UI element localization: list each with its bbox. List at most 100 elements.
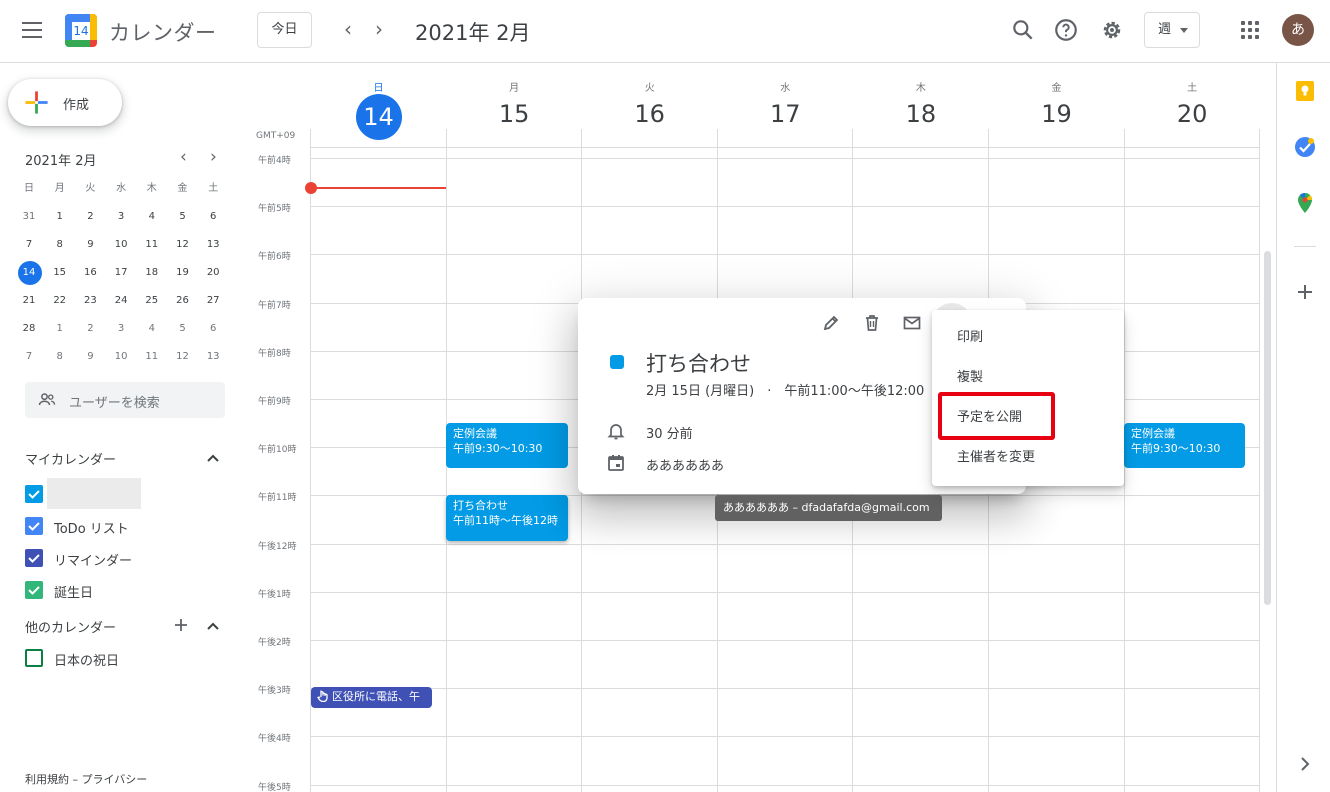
mini-day[interactable]: 15	[47, 262, 73, 284]
calendar-checkbox[interactable]	[25, 549, 43, 567]
mini-day[interactable]: 12	[170, 234, 196, 256]
mini-day[interactable]: 19	[170, 262, 196, 284]
mini-day[interactable]: 25	[139, 290, 165, 312]
add-addon-plus-icon[interactable]	[1294, 281, 1316, 303]
add-calendar-plus-icon[interactable]	[174, 618, 188, 632]
mini-day[interactable]: 4	[139, 206, 165, 228]
calendar-item-holidays[interactable]: 日本の祝日	[25, 647, 225, 669]
mini-day[interactable]: 11	[139, 234, 165, 256]
menu-item-print[interactable]: 印刷	[932, 318, 1124, 358]
mini-day[interactable]: 1	[47, 206, 73, 228]
mini-day[interactable]: 16	[77, 262, 103, 284]
mini-day[interactable]: 24	[108, 290, 134, 312]
event-reminder[interactable]: 区役所に電話、午	[311, 687, 432, 708]
mini-day[interactable]: 13	[200, 346, 226, 368]
day-number[interactable]: 15	[447, 100, 582, 128]
day-header-today[interactable]: 日 14	[311, 63, 446, 143]
other-calendars-title[interactable]: 他のカレンダー	[25, 617, 116, 636]
vertical-scrollbar[interactable]	[1264, 251, 1271, 605]
calendar-item[interactable]: リマインダー	[25, 547, 225, 569]
next-week-button[interactable]: ›	[369, 18, 389, 42]
mini-day[interactable]: 10	[108, 234, 134, 256]
mini-day-today[interactable]: 14	[16, 261, 42, 285]
day-header[interactable]: 水 17	[718, 63, 853, 143]
mini-day[interactable]: 26	[170, 290, 196, 312]
mini-day[interactable]: 8	[47, 346, 73, 368]
calendar-item[interactable]: 誕生日	[25, 579, 225, 601]
day-number[interactable]: 14	[311, 103, 446, 131]
event-saturday-meeting[interactable]: 定例会議 午前9:30～10:30	[1124, 423, 1245, 468]
view-selector[interactable]: 週	[1144, 12, 1200, 48]
mini-day[interactable]: 4	[139, 318, 165, 340]
help-icon[interactable]	[1053, 17, 1079, 43]
mini-day[interactable]: 9	[77, 346, 103, 368]
mini-day[interactable]: 11	[139, 346, 165, 368]
mini-day[interactable]: 31	[16, 206, 42, 228]
mini-day[interactable]: 7	[16, 346, 42, 368]
calendar-logo-icon[interactable]: 14	[65, 14, 97, 47]
main-menu-icon[interactable]	[22, 22, 42, 38]
mini-day[interactable]: 6	[200, 318, 226, 340]
create-button[interactable]: 作成	[8, 79, 122, 126]
mini-day[interactable]: 5	[170, 318, 196, 340]
terms-privacy-links[interactable]: 利用規約 – プライバシー	[25, 771, 147, 787]
mini-day[interactable]: 20	[200, 262, 226, 284]
my-calendars-title[interactable]: マイカレンダー	[25, 449, 116, 468]
mini-day[interactable]: 12	[170, 346, 196, 368]
google-apps-icon[interactable]	[1241, 21, 1259, 39]
chevron-up-icon[interactable]	[206, 619, 220, 633]
day-header[interactable]: 火 16	[582, 63, 717, 143]
mini-day[interactable]: 27	[200, 290, 226, 312]
mini-next-month-button[interactable]: ›	[210, 147, 217, 167]
calendar-item[interactable]: ToDo リスト	[25, 515, 225, 537]
tasks-icon[interactable]	[1294, 136, 1316, 158]
keep-icon[interactable]	[1294, 80, 1316, 102]
chevron-up-icon[interactable]	[206, 451, 220, 465]
mini-day[interactable]: 10	[108, 346, 134, 368]
mini-day[interactable]: 18	[139, 262, 165, 284]
mini-day[interactable]: 9	[77, 234, 103, 256]
mini-day[interactable]: 22	[47, 290, 73, 312]
calendar-checkbox[interactable]	[25, 517, 43, 535]
mini-day[interactable]: 5	[170, 206, 196, 228]
day-header[interactable]: 金 19	[989, 63, 1124, 143]
mini-day[interactable]: 23	[77, 290, 103, 312]
settings-gear-icon[interactable]	[1099, 17, 1125, 43]
calendar-checkbox[interactable]	[25, 581, 43, 599]
day-number[interactable]: 20	[1125, 100, 1260, 128]
mini-day[interactable]: 28	[16, 318, 42, 340]
calendar-item[interactable]	[25, 478, 225, 509]
today-button[interactable]: 今日	[257, 12, 312, 48]
chevron-right-icon[interactable]	[1294, 753, 1316, 775]
maps-icon[interactable]	[1294, 192, 1316, 214]
mini-day[interactable]: 8	[47, 234, 73, 256]
mini-day[interactable]: 21	[16, 290, 42, 312]
day-header[interactable]: 木 18	[853, 63, 988, 143]
day-number[interactable]: 16	[582, 100, 717, 128]
mini-day[interactable]: 1	[47, 318, 73, 340]
event-uchiawase[interactable]: 打ち合わせ 午前11時～午後12時	[446, 495, 568, 541]
mini-day[interactable]: 3	[108, 318, 134, 340]
account-avatar[interactable]: あ	[1282, 14, 1314, 46]
email-envelope-icon[interactable]	[902, 313, 922, 333]
mini-day[interactable]: 17	[108, 262, 134, 284]
mini-day[interactable]: 3	[108, 206, 134, 228]
day-header[interactable]: 土 20	[1125, 63, 1260, 143]
mini-day[interactable]: 2	[77, 318, 103, 340]
mini-day[interactable]: 6	[200, 206, 226, 228]
mini-day[interactable]: 2	[77, 206, 103, 228]
day-number[interactable]: 19	[989, 100, 1124, 128]
people-search-input[interactable]: ユーザーを検索	[25, 382, 225, 418]
event-monday-meeting[interactable]: 定例会議 午前9:30～10:30	[446, 423, 568, 468]
menu-item-change-owner[interactable]: 主催者を変更	[932, 438, 1124, 478]
calendar-checkbox[interactable]	[25, 649, 43, 667]
edit-pencil-icon[interactable]	[821, 313, 841, 333]
search-icon[interactable]	[1010, 17, 1036, 43]
mini-day[interactable]: 7	[16, 234, 42, 256]
day-number[interactable]: 17	[718, 100, 853, 128]
day-header[interactable]: 月 15	[447, 63, 582, 143]
mini-prev-month-button[interactable]: ‹	[180, 147, 187, 167]
mini-day[interactable]: 13	[200, 234, 226, 256]
calendar-checkbox[interactable]	[25, 485, 43, 503]
delete-trash-icon[interactable]	[862, 313, 882, 333]
